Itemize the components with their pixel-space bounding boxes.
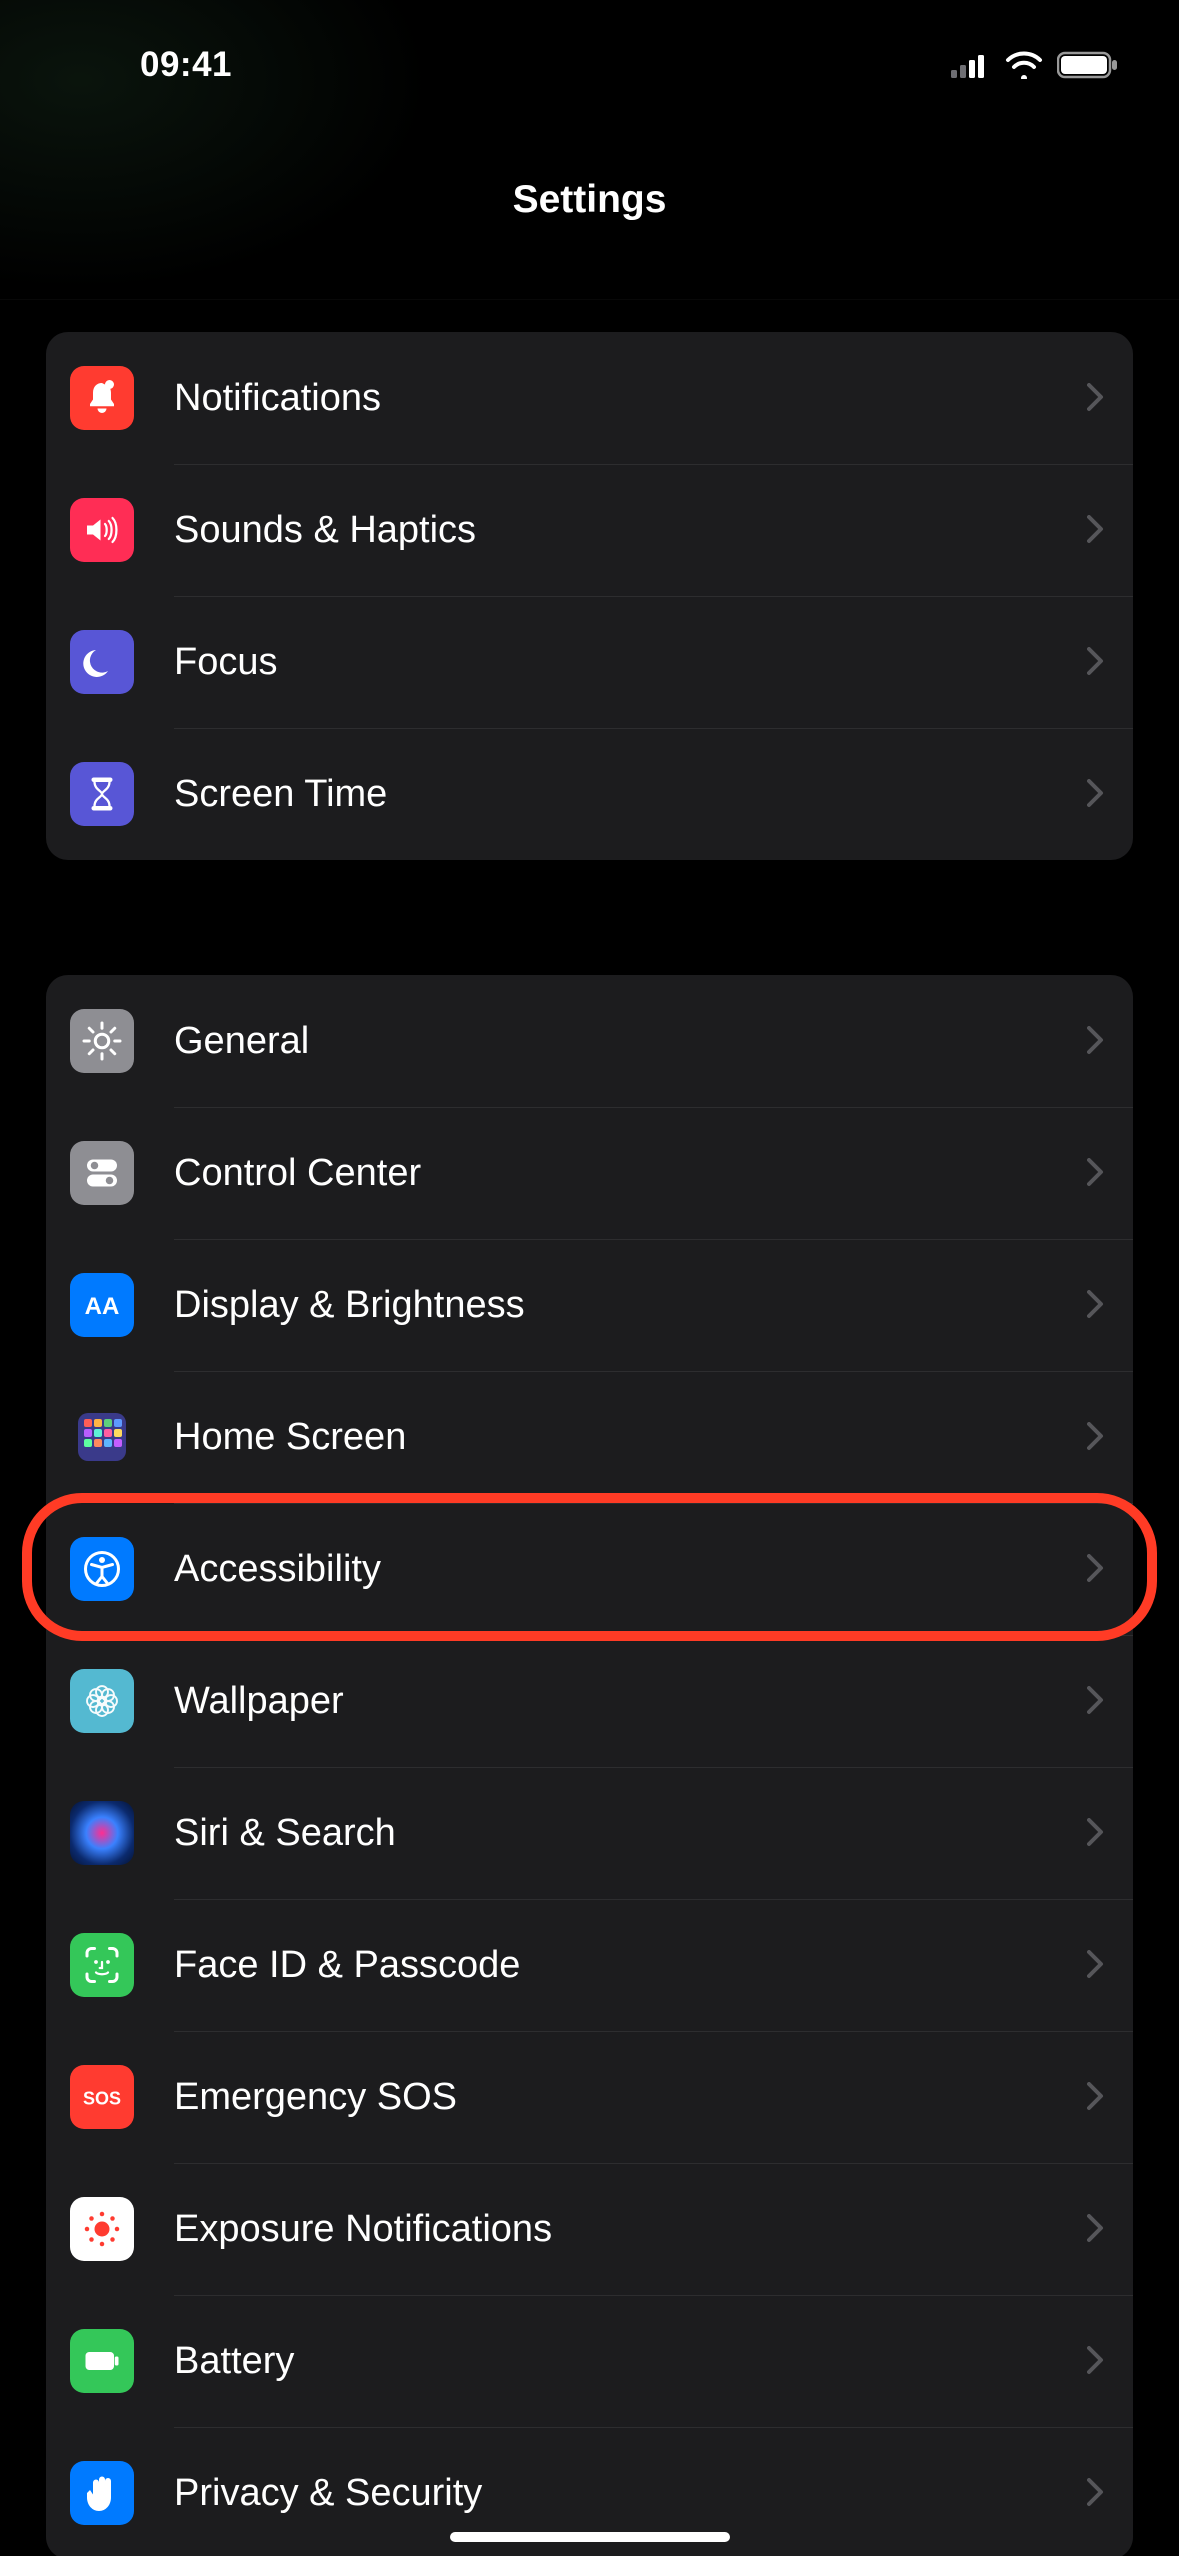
settings-group: Notifications Sounds & Haptics Focus Screen…: [46, 332, 1133, 860]
chevron-right-icon: [1087, 2082, 1105, 2112]
chevron-right-icon: [1087, 779, 1105, 809]
faceid-icon: [70, 1933, 134, 1997]
page-title: Settings: [513, 178, 667, 222]
chevron-right-icon: [1087, 647, 1105, 677]
settings-row-label: General: [174, 1020, 1087, 1063]
settings-row-faceid[interactable]: Face ID & Passcode: [46, 1899, 1133, 2031]
chevron-right-icon: [1087, 1554, 1105, 1584]
wifi-icon: [1005, 51, 1043, 79]
settings-row-label: Exposure Notifications: [174, 2208, 1087, 2251]
settings-row-label: Emergency SOS: [174, 2076, 1087, 2119]
settings-list[interactable]: Notifications Sounds & Haptics Focus Screen…: [0, 300, 1179, 2556]
settings-row-label: Screen Time: [174, 773, 1087, 816]
settings-row-general[interactable]: General: [46, 975, 1133, 1107]
settings-row-label: Focus: [174, 641, 1087, 684]
toggles-icon: [70, 1141, 134, 1205]
sos-icon: [70, 2065, 134, 2129]
status-time: 09:41: [140, 45, 232, 85]
accessibility-icon: [70, 1537, 134, 1601]
settings-row-label: Accessibility: [174, 1548, 1087, 1591]
settings-row-label: Sounds & Haptics: [174, 509, 1087, 552]
settings-group: General Control Center Display & Brightnes…: [46, 975, 1133, 2556]
settings-row-label: Control Center: [174, 1152, 1087, 1195]
chevron-right-icon: [1087, 2214, 1105, 2244]
nav-header: Settings: [0, 100, 1179, 300]
chevron-right-icon: [1087, 1818, 1105, 1848]
settings-row-label: Face ID & Passcode: [174, 1944, 1087, 1987]
chevron-right-icon: [1087, 383, 1105, 413]
settings-row-siri[interactable]: Siri & Search: [46, 1767, 1133, 1899]
settings-row-exposure[interactable]: Exposure Notifications: [46, 2163, 1133, 2295]
chevron-right-icon: [1087, 1950, 1105, 1980]
cellular-signal-icon: [951, 52, 991, 78]
status-indicators: [951, 51, 1119, 79]
settings-row-label: Notifications: [174, 377, 1087, 420]
settings-row-accessibility[interactable]: Accessibility: [46, 1503, 1133, 1635]
siri-icon: [70, 1801, 134, 1865]
gear-icon: [70, 1009, 134, 1073]
status-bar: 09:41: [0, 0, 1179, 100]
settings-row-label: Home Screen: [174, 1416, 1087, 1459]
settings-row-focus[interactable]: Focus: [46, 596, 1133, 728]
settings-row-label: Battery: [174, 2340, 1087, 2383]
speaker-icon: [70, 498, 134, 562]
battery-icon: [1057, 51, 1119, 79]
chevron-right-icon: [1087, 1290, 1105, 1320]
battery-icon: [70, 2329, 134, 2393]
settings-row-sos[interactable]: Emergency SOS: [46, 2031, 1133, 2163]
home-indicator[interactable]: [450, 2532, 730, 2542]
settings-row-label: Privacy & Security: [174, 2472, 1087, 2515]
settings-row-label: Display & Brightness: [174, 1284, 1087, 1327]
chevron-right-icon: [1087, 2346, 1105, 2376]
settings-row-label: Wallpaper: [174, 1680, 1087, 1723]
hourglass-icon: [70, 762, 134, 826]
chevron-right-icon: [1087, 1422, 1105, 1452]
settings-row-homescreen[interactable]: Home Screen: [46, 1371, 1133, 1503]
settings-row-wallpaper[interactable]: Wallpaper: [46, 1635, 1133, 1767]
chevron-right-icon: [1087, 1158, 1105, 1188]
settings-row-controlcenter[interactable]: Control Center: [46, 1107, 1133, 1239]
settings-row-battery[interactable]: Battery: [46, 2295, 1133, 2427]
exposure-icon: [70, 2197, 134, 2261]
hand-icon: [70, 2461, 134, 2525]
grid-icon: [70, 1405, 134, 1469]
settings-row-display[interactable]: Display & Brightness: [46, 1239, 1133, 1371]
bell-badge-icon: [70, 366, 134, 430]
moon-icon: [70, 630, 134, 694]
settings-row-notifications[interactable]: Notifications: [46, 332, 1133, 464]
settings-row-label: Siri & Search: [174, 1812, 1087, 1855]
chevron-right-icon: [1087, 1686, 1105, 1716]
settings-row-screentime[interactable]: Screen Time: [46, 728, 1133, 860]
flower-icon: [70, 1669, 134, 1733]
chevron-right-icon: [1087, 1026, 1105, 1056]
aa-icon: [70, 1273, 134, 1337]
chevron-right-icon: [1087, 515, 1105, 545]
chevron-right-icon: [1087, 2478, 1105, 2508]
settings-row-sounds[interactable]: Sounds & Haptics: [46, 464, 1133, 596]
